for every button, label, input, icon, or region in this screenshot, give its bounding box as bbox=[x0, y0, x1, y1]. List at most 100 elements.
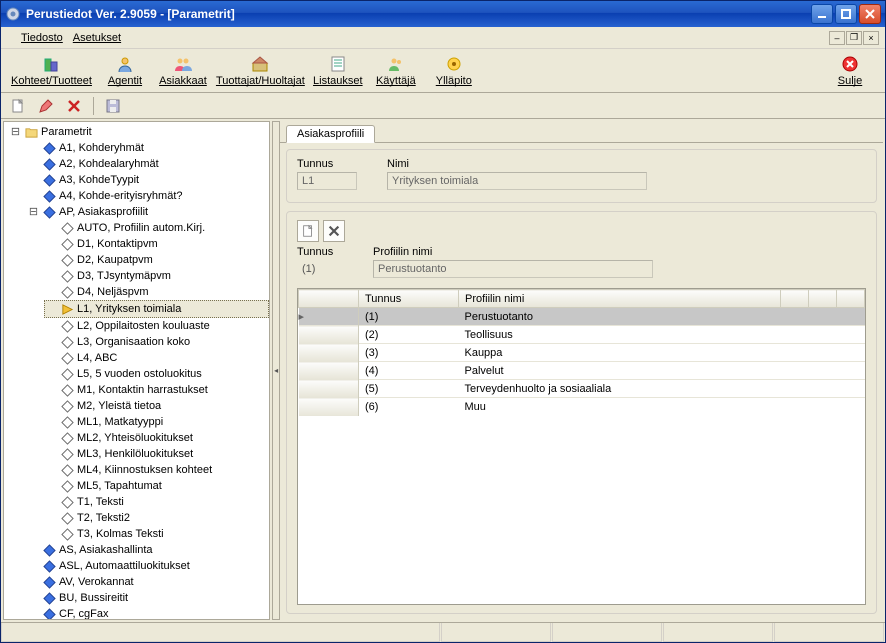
cell-tunnus: (4) bbox=[359, 362, 459, 380]
toolbar-tuottajat[interactable]: Tuottajat/Huoltajat bbox=[212, 52, 309, 89]
tree-item[interactable]: D4, Neljäspvm bbox=[44, 284, 269, 300]
tree-item[interactable]: A2, Kohdealaryhmät bbox=[26, 156, 269, 172]
tree-item[interactable]: T1, Teksti bbox=[44, 494, 269, 510]
mdi-minimize[interactable]: – bbox=[829, 31, 845, 45]
main-area: ⊟ParametritA1, KohderyhmätA2, Kohdealary… bbox=[1, 119, 885, 622]
tree-item[interactable]: ML1, Matkatyyppi bbox=[44, 414, 269, 430]
delete-x-icon bbox=[66, 98, 82, 114]
tree-item[interactable]: T3, Kolmas Teksti bbox=[44, 526, 269, 542]
tree-item[interactable]: AV, Verokannat bbox=[26, 574, 269, 590]
toolbar-agentit[interactable]: Agentit bbox=[96, 52, 154, 89]
tab-asiakasprofiili[interactable]: Asiakasprofiili bbox=[286, 125, 375, 143]
toolbar-kohteet[interactable]: Kohteet/Tuotteet bbox=[7, 52, 96, 89]
tree-item[interactable]: L5, 5 vuoden ostoluokitus bbox=[44, 366, 269, 382]
nimi-field: Yrityksen toimiala bbox=[387, 172, 647, 190]
table-row[interactable]: (6)Muu bbox=[299, 398, 865, 416]
tree-item[interactable]: L4, ABC bbox=[44, 350, 269, 366]
tree-label: M2, Yleistä tietoa bbox=[77, 398, 161, 414]
tree-item[interactable]: AS, Asiakashallinta bbox=[26, 542, 269, 558]
diamond-icon bbox=[60, 511, 74, 525]
pencil-icon bbox=[38, 98, 54, 114]
tree-toggle[interactable]: ⊟ bbox=[28, 204, 39, 220]
tree-item-ap[interactable]: ⊟ AP, Asiakasprofiilit bbox=[26, 204, 269, 220]
tunnus-field: L1 bbox=[297, 172, 357, 190]
diamond-icon bbox=[42, 189, 56, 203]
tree-panel[interactable]: ⊟ParametritA1, KohderyhmätA2, Kohdealary… bbox=[3, 121, 270, 620]
tree-item[interactable]: M2, Yleistä tietoa bbox=[44, 398, 269, 414]
tree-toggle[interactable]: ⊟ bbox=[10, 124, 21, 140]
grid-rowhead bbox=[299, 290, 359, 308]
diamond-icon bbox=[60, 367, 74, 381]
close-button[interactable] bbox=[859, 4, 881, 24]
tree-item[interactable]: A4, Kohde-erityisryhmät? bbox=[26, 188, 269, 204]
diamond-icon bbox=[60, 383, 74, 397]
tree-item[interactable]: D1, Kontaktipvm bbox=[44, 236, 269, 252]
tree-label: ML3, Henkilöluokitukset bbox=[77, 446, 193, 462]
user-icon bbox=[386, 54, 406, 74]
menu-asetukset[interactable]: Asetukset bbox=[73, 32, 121, 44]
tree-label: AP, Asiakasprofiilit bbox=[59, 204, 148, 220]
delete-button[interactable] bbox=[63, 95, 85, 117]
diamond-icon bbox=[42, 607, 56, 620]
tree-item[interactable]: D3, TJsyntymäpvm bbox=[44, 268, 269, 284]
toolbar-kayttaja[interactable]: Käyttäjä bbox=[367, 52, 425, 89]
tree-label: L4, ABC bbox=[77, 350, 117, 366]
toolbar-listaukset[interactable]: Listaukset bbox=[309, 52, 367, 89]
tree-item[interactable]: A1, Kohderyhmät bbox=[26, 140, 269, 156]
toolbar-sulje[interactable]: Sulje bbox=[821, 52, 879, 89]
menu-tiedosto[interactable]: Tiedosto bbox=[7, 32, 63, 44]
table-row[interactable]: ▸(1)Perustuotanto bbox=[299, 308, 865, 326]
tree-label: D2, Kaupatpvm bbox=[77, 252, 153, 268]
tree-item[interactable]: T2, Teksti2 bbox=[44, 510, 269, 526]
tree-item[interactable]: ML4, Kiinnostuksen kohteet bbox=[44, 462, 269, 478]
tree-label: L3, Organisaation koko bbox=[77, 334, 190, 350]
tree-item[interactable]: M1, Kontaktin harrastukset bbox=[44, 382, 269, 398]
diamond-icon bbox=[60, 399, 74, 413]
table-row[interactable]: (2)Teollisuus bbox=[299, 326, 865, 344]
save-button[interactable] bbox=[102, 95, 124, 117]
edit-button[interactable] bbox=[35, 95, 57, 117]
minimize-button[interactable] bbox=[811, 4, 833, 24]
cell-nimi: Perustuotanto bbox=[458, 308, 780, 326]
tree-item[interactable]: ML5, Tapahtumat bbox=[44, 478, 269, 494]
tree-item[interactable]: CF, cgFax bbox=[26, 606, 269, 620]
tabstrip: Asiakasprofiili bbox=[280, 121, 883, 143]
panel-collapse-handle[interactable]: ◂ bbox=[272, 121, 280, 620]
tree-item[interactable]: L3, Organisaation koko bbox=[44, 334, 269, 350]
toolbar-asiakkaat[interactable]: Asiakkaat bbox=[154, 52, 212, 89]
tree-item[interactable]: ML3, Henkilöluokitukset bbox=[44, 446, 269, 462]
diamond-icon bbox=[42, 141, 56, 155]
tree-label: AUTO, Profiilin autom.Kirj. bbox=[77, 220, 205, 236]
tree-item[interactable]: L1, Yrityksen toimiala bbox=[44, 300, 269, 318]
maximize-button[interactable] bbox=[835, 4, 857, 24]
grid-col-tunnus[interactable]: Tunnus bbox=[359, 290, 459, 308]
new-file-icon bbox=[301, 224, 315, 238]
toolbar-separator bbox=[93, 97, 94, 115]
table-row[interactable]: (5)Terveydenhuolto ja sosiaaliala bbox=[299, 380, 865, 398]
tree-label: T3, Kolmas Teksti bbox=[77, 526, 164, 542]
profile-grid[interactable]: Tunnus Profiilin nimi ▸(1)Perustuotanto(… bbox=[297, 288, 866, 605]
rows-fieldset: Tunnus (1) Profiilin nimi Perustuotanto bbox=[286, 211, 877, 614]
tree-item[interactable]: BU, Bussireitit bbox=[26, 590, 269, 606]
tree-item[interactable]: ML2, Yhteisöluokitukset bbox=[44, 430, 269, 446]
tree-item[interactable]: A3, KohdeTyypit bbox=[26, 172, 269, 188]
toolbar-yllapito[interactable]: Ylläpito bbox=[425, 52, 483, 89]
tree-root-parametrit[interactable]: ⊟Parametrit bbox=[8, 124, 269, 140]
toolbar-kayttaja-label: Käyttäjä bbox=[376, 75, 416, 87]
rows-delete-button[interactable] bbox=[323, 220, 345, 242]
diamond-icon bbox=[60, 285, 74, 299]
table-row[interactable]: (4)Palvelut bbox=[299, 362, 865, 380]
tree-label: CF, cgFax bbox=[59, 606, 109, 620]
grid-col-nimi[interactable]: Profiilin nimi bbox=[458, 290, 780, 308]
tree-item[interactable]: ASL, Automaattiluokitukset bbox=[26, 558, 269, 574]
rows-new-button[interactable] bbox=[297, 220, 319, 242]
table-row[interactable]: (3)Kauppa bbox=[299, 344, 865, 362]
tree-item[interactable]: D2, Kaupatpvm bbox=[44, 252, 269, 268]
tree-item[interactable]: AUTO, Profiilin autom.Kirj. bbox=[44, 220, 269, 236]
mdi-close[interactable]: × bbox=[863, 31, 879, 45]
new-button[interactable] bbox=[7, 95, 29, 117]
tree-label: D3, TJsyntymäpvm bbox=[77, 268, 171, 284]
tree-label: A4, Kohde-erityisryhmät? bbox=[59, 188, 183, 204]
tree-item[interactable]: L2, Oppilaitosten kouluaste bbox=[44, 318, 269, 334]
mdi-restore[interactable]: ❐ bbox=[846, 31, 862, 45]
